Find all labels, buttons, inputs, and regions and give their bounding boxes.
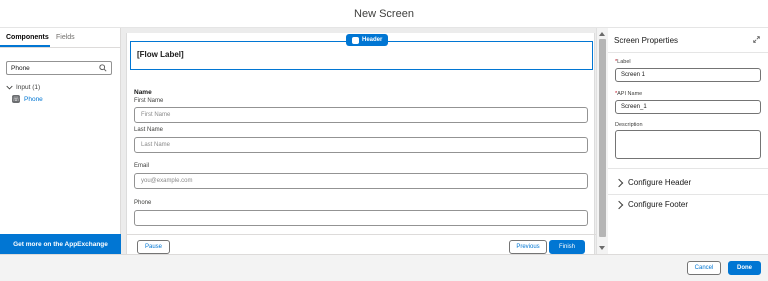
- tab-components[interactable]: Components: [0, 28, 50, 47]
- search-value: Phone: [11, 65, 30, 72]
- first-name-label: First Name: [134, 98, 164, 104]
- last-name-field[interactable]: Last Name: [134, 137, 588, 153]
- phone-field[interactable]: [134, 210, 588, 226]
- screen-label-input[interactable]: Screen 1: [615, 68, 761, 82]
- name-section-label: Name: [134, 89, 152, 96]
- canvas-scrollbar[interactable]: [596, 28, 608, 254]
- configure-header-toggle[interactable]: Configure Header: [614, 178, 692, 187]
- first-name-field[interactable]: First Name: [134, 107, 588, 123]
- tree-group-label: Input (1): [16, 84, 41, 91]
- screen-canvas: [Flow Label] Header Name First Name Firs…: [121, 28, 596, 254]
- scroll-up-icon[interactable]: [599, 32, 605, 36]
- header-icon: [352, 36, 359, 44]
- section-divider: [608, 168, 768, 169]
- finish-button[interactable]: Finish: [549, 240, 585, 254]
- component-phone[interactable]: ☏ Phone: [12, 95, 43, 103]
- chevron-right-icon: [614, 178, 624, 187]
- appexchange-button[interactable]: Get more on the AppExchange: [0, 234, 121, 254]
- description-textarea[interactable]: [615, 130, 761, 159]
- cancel-button[interactable]: Cancel: [687, 261, 721, 275]
- component-search-input[interactable]: Phone: [6, 61, 112, 75]
- scroll-down-icon[interactable]: [599, 246, 605, 250]
- label-field-label: *Label: [615, 59, 631, 65]
- modal-footer: Cancel Done: [0, 254, 768, 281]
- label-field-text: Label: [617, 59, 631, 65]
- properties-title: Screen Properties: [614, 36, 679, 45]
- panel-tabs: Components Fields: [0, 28, 120, 48]
- screen-properties-panel: Screen Properties *Label Screen 1 *API N…: [608, 28, 768, 254]
- header-tag-label: Header: [362, 37, 383, 43]
- modal-title: New Screen: [0, 0, 768, 28]
- email-label: Email: [134, 163, 150, 169]
- phone-icon: ☏: [12, 95, 20, 103]
- expand-icon[interactable]: [753, 36, 760, 43]
- pause-button[interactable]: Pause: [137, 240, 170, 254]
- configure-footer-label: Configure Footer: [628, 200, 689, 209]
- api-field-text: API Name: [617, 91, 643, 97]
- component-phone-label: Phone: [24, 95, 43, 103]
- header-tag[interactable]: Header: [346, 34, 389, 46]
- section-divider: [608, 194, 768, 195]
- phone-label: Phone: [134, 200, 152, 206]
- last-name-label: Last Name: [134, 127, 164, 133]
- email-field[interactable]: you@example.com: [134, 173, 588, 189]
- flow-builder-screen-editor: New Screen Components Fields Phone Input…: [0, 0, 768, 281]
- title-divider: [608, 52, 768, 53]
- api-name-input[interactable]: Screen_1: [615, 100, 761, 114]
- chevron-down-icon: [6, 85, 13, 90]
- tab-fields[interactable]: Fields: [50, 28, 100, 47]
- search-icon: [99, 64, 107, 72]
- api-field-label: *API Name: [615, 91, 642, 97]
- description-label: Description: [615, 122, 643, 128]
- screen-preview: [Flow Label] Header Name First Name Firs…: [126, 33, 596, 254]
- chevron-right-icon: [614, 200, 624, 209]
- done-button[interactable]: Done: [728, 261, 761, 275]
- scroll-thumb[interactable]: [599, 39, 606, 237]
- tree-group-input[interactable]: Input (1): [6, 84, 40, 91]
- footer-divider: [127, 234, 596, 235]
- previous-button[interactable]: Previous: [509, 240, 547, 254]
- components-panel: Components Fields Phone Input (1) ☏ Phon…: [0, 28, 121, 254]
- configure-footer-toggle[interactable]: Configure Footer: [614, 200, 689, 209]
- configure-header-label: Configure Header: [628, 178, 692, 187]
